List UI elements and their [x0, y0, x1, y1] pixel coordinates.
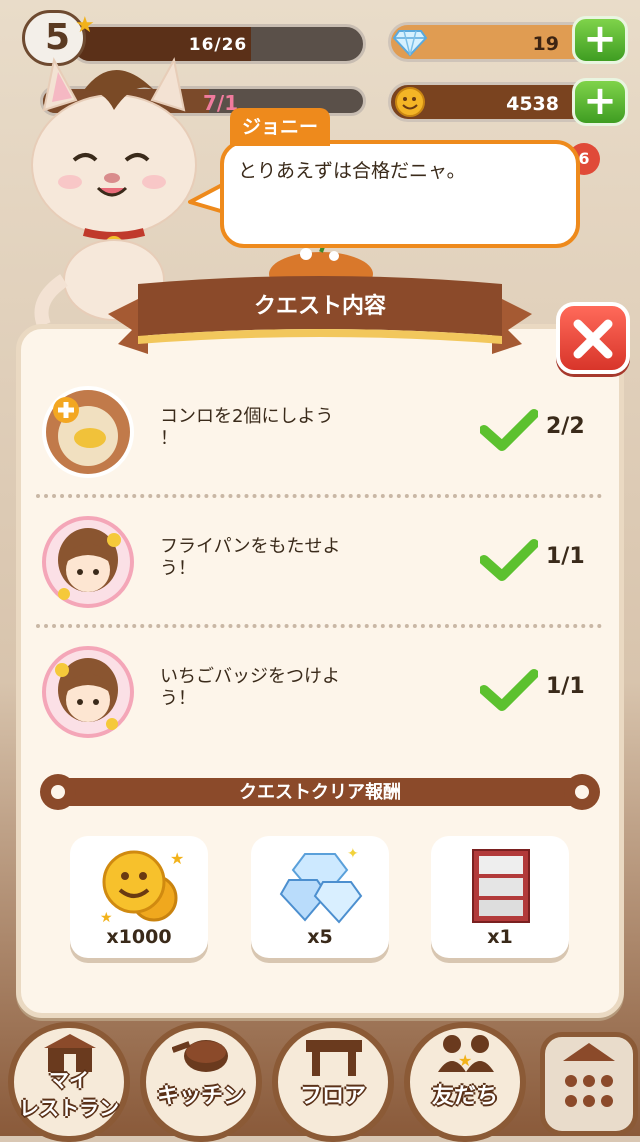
girl-avatar-icon: [42, 646, 134, 738]
speech-text: とりあえずは合格だニャ。: [238, 160, 466, 182]
nav-floor-button[interactable]: フロア: [272, 1022, 394, 1142]
girl-avatar-icon: [42, 516, 134, 608]
reward-title: クエストクリア報酬: [239, 782, 401, 803]
nav-label: フロア: [299, 1084, 366, 1109]
reward-coins: ★ ★ x1000: [70, 836, 208, 958]
quest-panel-title: クエスト内容: [253, 294, 386, 319]
reward-quantity: x1000: [106, 926, 172, 948]
quest-progress: 1/1: [546, 674, 585, 699]
coin-icon: [395, 87, 425, 117]
gem-count: 19: [532, 33, 559, 55]
reward-gems: ✦ x5: [251, 836, 389, 958]
reward-shelf: x1: [431, 836, 569, 958]
nav-label: レストラン: [19, 1096, 119, 1120]
quest-item: いちごバッジをつけよ う！ 1/1: [36, 638, 606, 748]
shelf-icon: [472, 849, 530, 923]
gem-icon: ✦: [279, 846, 363, 924]
quest-text-line: ！: [160, 428, 178, 449]
buy-coins-button[interactable]: +: [572, 78, 628, 126]
nav-kitchen-button[interactable]: キッチン: [140, 1022, 262, 1142]
reward-quantity: x1: [487, 926, 513, 948]
menu-grid-icon: [563, 1043, 615, 1107]
close-button[interactable]: [556, 302, 630, 374]
check-icon: [480, 669, 538, 711]
divider: [36, 624, 602, 628]
star-icon: ★: [75, 13, 95, 38]
nav-label: 友だち: [431, 1084, 498, 1109]
nav-label: マイ: [49, 1068, 89, 1092]
svg-text:★: ★: [170, 849, 184, 868]
quest-description: フライパンをもたせよ う！: [160, 536, 370, 580]
speech-bubble: とりあえずは合格だニャ。: [220, 140, 580, 248]
close-icon: [573, 319, 613, 359]
quest-progress: 1/1: [546, 544, 585, 569]
quest-description: いちごバッジをつけよ う！: [160, 666, 370, 710]
quest-progress: 2/2: [546, 414, 585, 439]
frying-pan-icon: [172, 1040, 228, 1072]
quest-text-line: う！: [160, 558, 196, 579]
menu-button[interactable]: [540, 1032, 638, 1136]
check-icon: [480, 409, 538, 451]
table-icon: [306, 1040, 362, 1076]
nav-my-restaurant-button[interactable]: マイ レストラン: [8, 1022, 130, 1142]
quest-item: フライパンをもたせよ う！ 1/1: [36, 508, 606, 618]
buy-gems-button[interactable]: +: [572, 16, 628, 64]
quest-description: コンロを2個にしよう ！: [160, 406, 370, 450]
coin-icon: ★ ★: [100, 849, 184, 926]
svg-text:★: ★: [100, 910, 113, 926]
nav-friends-button[interactable]: ★ 友だち: [404, 1022, 526, 1142]
check-icon: [480, 539, 538, 581]
svg-text:★: ★: [458, 1051, 472, 1070]
friends-icon: ★: [438, 1035, 494, 1072]
speaker-name-tag: ジョニー: [230, 108, 330, 146]
svg-text:✦: ✦: [347, 846, 359, 862]
divider: [36, 494, 602, 498]
quest-text-line: いちごバッジをつけよ: [160, 666, 340, 687]
quest-text-line: フライパンをもたせよ: [160, 536, 341, 557]
stove-plus-icon: [42, 386, 134, 478]
quest-item: コンロを2個にしよう ！ 2/2: [36, 378, 606, 488]
reward-quantity: x5: [307, 926, 333, 948]
diamond-icon: [393, 30, 427, 57]
quest-text-line: コンロを2個にしよう: [160, 406, 334, 427]
quest-text-line: う！: [160, 688, 196, 709]
coin-count: 4538: [506, 93, 559, 115]
nav-label: キッチン: [156, 1084, 245, 1109]
